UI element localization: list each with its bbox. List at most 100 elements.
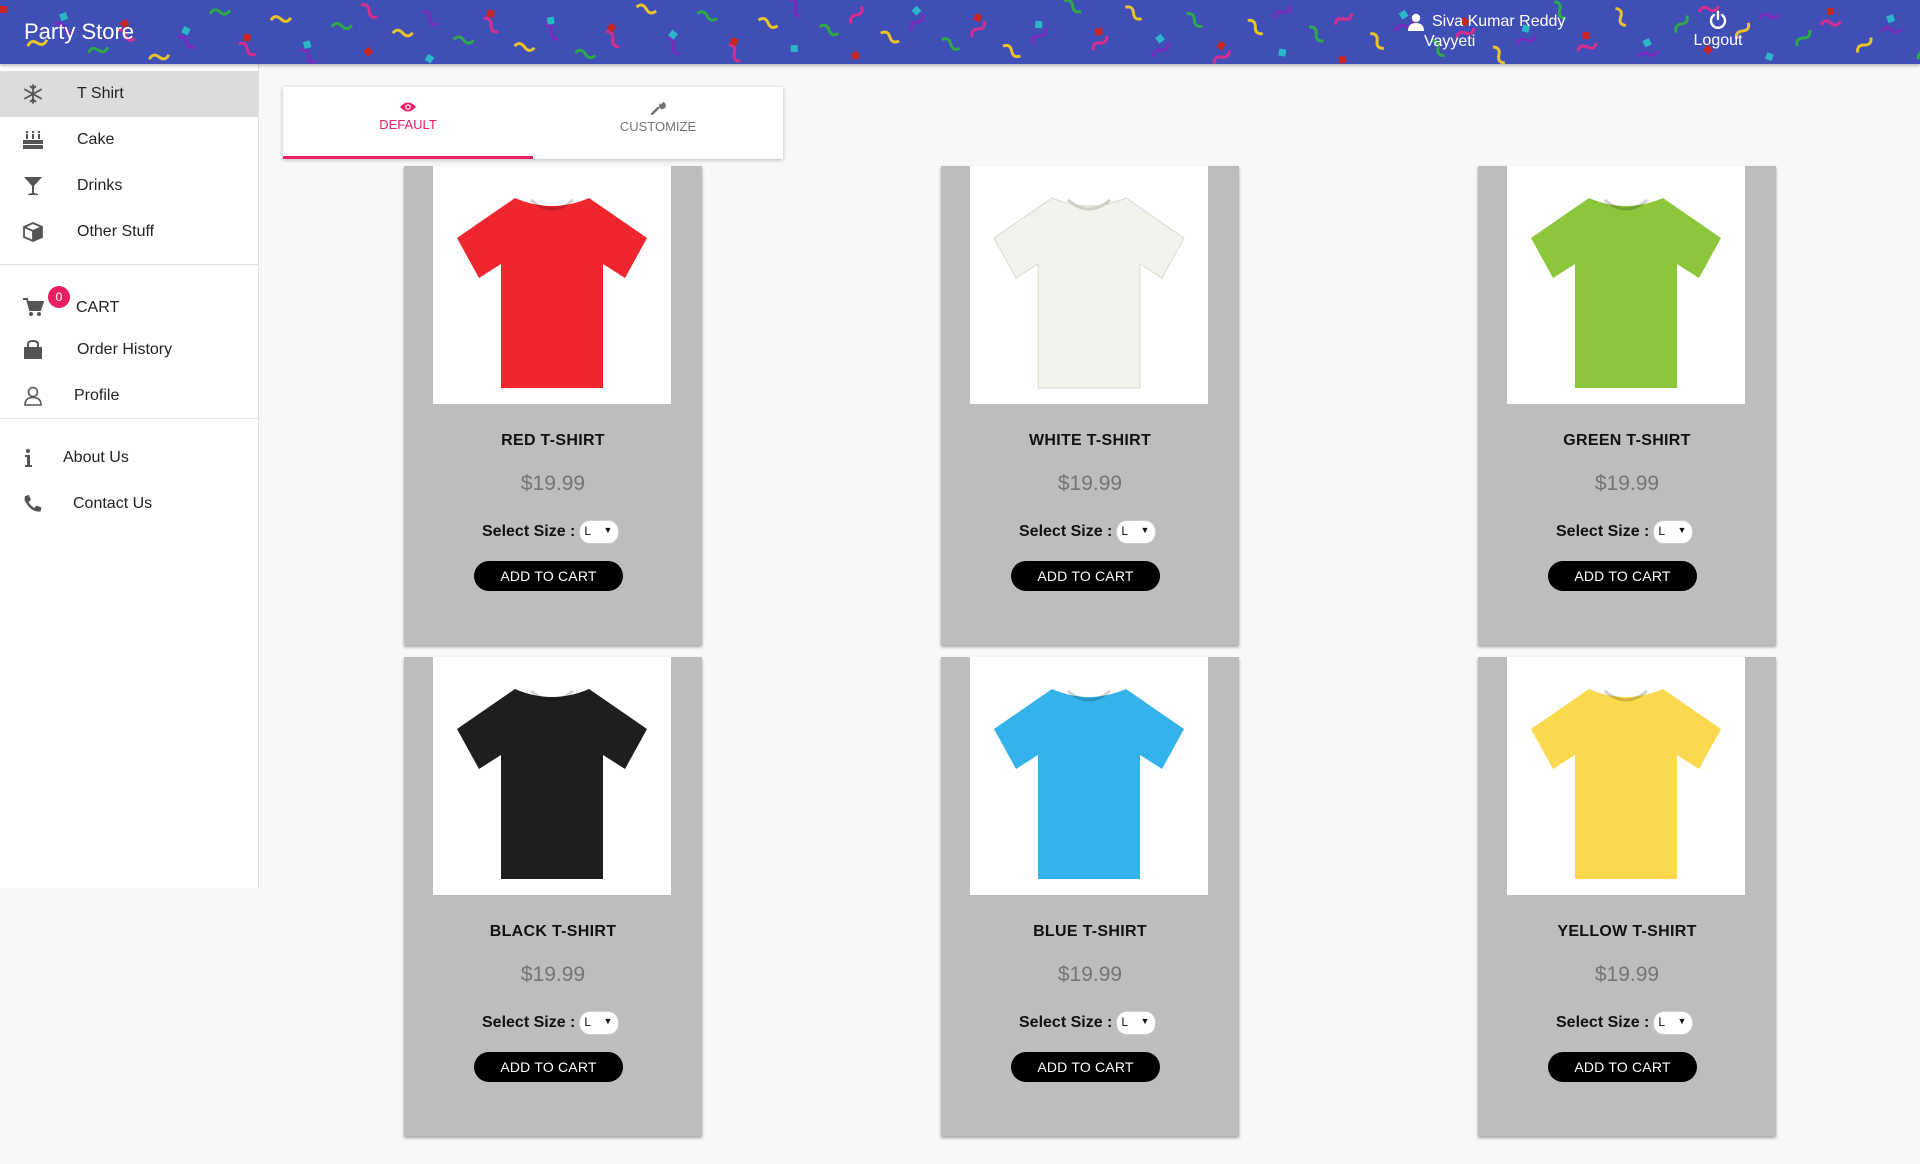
size-select[interactable]: L ▼ <box>1653 520 1694 544</box>
confetti-piece <box>1035 20 1043 29</box>
tshirt-icon <box>457 198 647 388</box>
size-value: L <box>584 524 592 538</box>
eye-icon <box>400 102 416 112</box>
tshirt-icon <box>1531 198 1721 388</box>
sidebar-item-cake[interactable]: Cake <box>0 117 258 163</box>
product-price: $19.99 <box>1594 963 1660 986</box>
add-to-cart-button[interactable]: ADD TO CART <box>1548 1052 1697 1082</box>
sidebar-item-order-history[interactable]: Order History <box>0 327 258 373</box>
product-price: $19.99 <box>1594 472 1660 495</box>
confetti-piece <box>911 5 922 16</box>
size-label: Select Size : <box>1019 1014 1113 1031</box>
confetti-piece <box>790 44 798 53</box>
product-image[interactable] <box>433 657 671 895</box>
confetti-piece <box>424 53 435 64</box>
confetti-piece <box>1273 5 1292 19</box>
brand-title[interactable]: Party Store <box>24 19 134 45</box>
confetti-piece <box>606 29 620 49</box>
confetti-piece <box>1002 43 1021 59</box>
confetti-piece <box>635 3 658 15</box>
add-to-cart-button[interactable]: ADD TO CART <box>474 1052 623 1082</box>
confetti-piece <box>299 48 317 64</box>
size-selector-row: Select Size : L ▼ <box>1019 520 1157 544</box>
confetti-piece <box>513 42 536 52</box>
sidebar-item-drinks[interactable]: Drinks <box>0 163 258 209</box>
add-to-cart-button[interactable]: ADD TO CART <box>1548 561 1697 591</box>
product-image[interactable] <box>433 166 671 404</box>
box-icon <box>23 222 43 242</box>
user-name-line1: Siva Kumar Reddy <box>1432 13 1566 30</box>
cake-icon <box>23 130 43 149</box>
size-label: Select Size : <box>1019 523 1113 540</box>
user-menu[interactable]: Siva Kumar Reddy Vayyeti <box>1408 12 1565 52</box>
product-image[interactable] <box>1507 657 1745 895</box>
product-title: GREEN T-SHIRT <box>1563 432 1691 449</box>
confetti-piece <box>970 20 986 38</box>
add-to-cart-button[interactable]: ADD TO CART <box>1011 561 1160 591</box>
product-image[interactable] <box>970 166 1208 404</box>
logout-button[interactable]: Logout <box>1688 10 1748 50</box>
size-select[interactable]: L ▼ <box>579 1011 620 1035</box>
wrench-icon <box>650 102 666 115</box>
active-tab-indicator <box>283 156 533 159</box>
product-card: WHITE T-SHIRT $19.99 Select Size : L ▼ A… <box>941 166 1239 645</box>
confetti-piece <box>880 30 900 44</box>
confetti-piece <box>486 9 495 18</box>
confetti-piece <box>1886 14 1896 24</box>
user-icon <box>1408 13 1424 31</box>
sidebar-item-contact-us[interactable]: Contact Us <box>0 481 258 527</box>
product-image[interactable] <box>1507 166 1745 404</box>
sidebar-divider <box>0 264 258 265</box>
size-select[interactable]: L ▼ <box>579 520 620 544</box>
confetti-piece <box>1758 12 1781 20</box>
sidebar-item-about-us[interactable]: About Us <box>0 435 258 481</box>
chevron-down-icon: ▼ <box>603 525 613 535</box>
confetti-piece <box>1212 50 1231 64</box>
confetti-piece <box>574 48 597 60</box>
confetti-piece <box>1152 42 1170 58</box>
size-value: L <box>584 1015 592 1029</box>
size-label: Select Size : <box>1556 1014 1650 1031</box>
sidebar-item-cart[interactable]: 0 CART <box>0 281 258 327</box>
info-icon <box>25 449 32 467</box>
product-title: YELLOW T-SHIRT <box>1557 923 1697 940</box>
tab-default[interactable]: DEFAULT <box>283 87 533 159</box>
confetti-piece <box>363 46 374 57</box>
confetti-piece <box>1063 0 1082 14</box>
product-image[interactable] <box>970 657 1208 895</box>
product-price: $19.99 <box>520 963 586 986</box>
sidebar-item-other-stuff[interactable]: Other Stuff <box>0 209 258 255</box>
tshirt-icon <box>1531 689 1721 879</box>
confetti-piece <box>941 37 961 51</box>
confetti-piece <box>1247 18 1264 36</box>
tshirt-icon <box>994 689 1184 879</box>
size-value: L <box>1658 524 1666 538</box>
logout-label: Logout <box>1693 32 1743 49</box>
sidebar-item-label: T Shirt <box>77 85 124 102</box>
size-select[interactable]: L ▼ <box>1116 520 1157 544</box>
confetti-piece <box>789 0 801 18</box>
size-label: Select Size : <box>482 523 576 540</box>
size-select[interactable]: L ▼ <box>1116 1011 1157 1035</box>
chevron-down-icon: ▼ <box>1140 525 1150 535</box>
size-value: L <box>1121 1015 1129 1029</box>
sidebar-item-profile[interactable]: Profile <box>0 373 258 419</box>
confetti-piece <box>1278 48 1287 57</box>
confetti-piece <box>1398 9 1409 20</box>
add-to-cart-button[interactable]: ADD TO CART <box>474 561 623 591</box>
shopping-bag-icon <box>24 340 42 359</box>
tab-label: DEFAULT <box>379 117 437 132</box>
chevron-down-icon: ▼ <box>1677 1016 1687 1026</box>
add-to-cart-button[interactable]: ADD TO CART <box>1011 1052 1160 1082</box>
sidebar-item-t-shirt[interactable]: T Shirt <box>0 71 258 117</box>
confetti-piece <box>1216 40 1226 51</box>
sidebar: T Shirt Cake Drinks Other Stuff 0 CART O… <box>0 64 259 888</box>
sidebar-item-label: Drinks <box>77 177 123 194</box>
confetti-piece <box>1637 49 1659 59</box>
size-selector-row: Select Size : L ▼ <box>1556 1011 1694 1035</box>
size-select[interactable]: L ▼ <box>1653 1011 1694 1035</box>
confetti-piece <box>483 16 499 34</box>
confetti-piece <box>422 9 438 27</box>
confetti-piece <box>1856 37 1873 53</box>
tab-customize[interactable]: CUSTOMIZE <box>533 87 783 159</box>
